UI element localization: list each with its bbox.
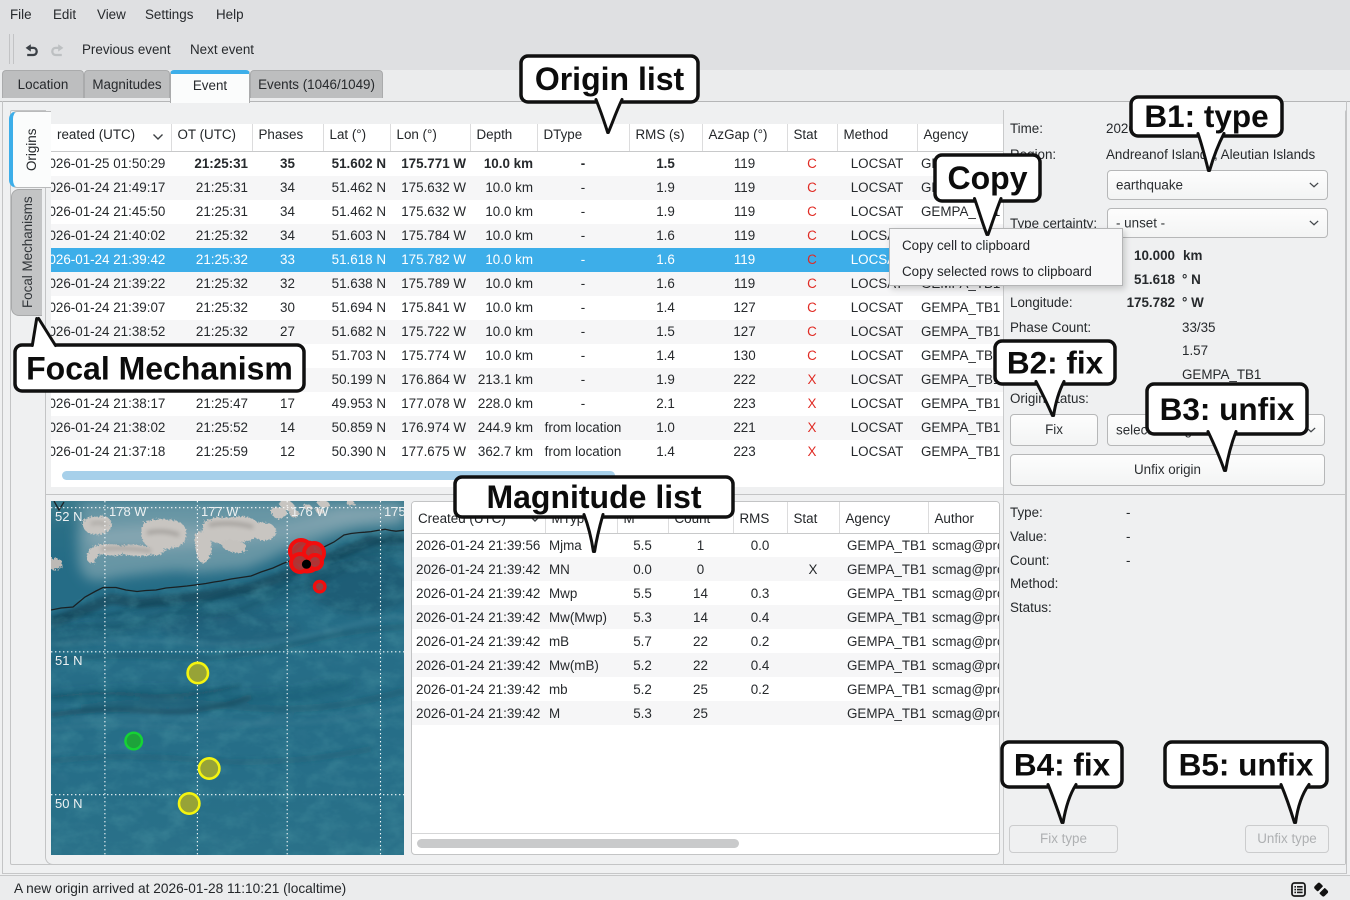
svg-text:B1: type: B1: type — [1144, 98, 1268, 134]
svg-text:177 W: 177 W — [201, 504, 239, 519]
svg-text:52 N: 52 N — [55, 509, 82, 524]
svg-text:51 N: 51 N — [55, 653, 82, 668]
svg-text:Focal Mechanism: Focal Mechanism — [26, 351, 293, 387]
svg-text:Copy: Copy — [948, 160, 1028, 196]
svg-text:178 W: 178 W — [109, 504, 147, 519]
svg-text:Magnitude list: Magnitude list — [486, 479, 701, 515]
svg-text:175: 175 — [384, 504, 404, 519]
svg-text:50 N: 50 N — [55, 796, 82, 811]
svg-text:Origin list: Origin list — [535, 61, 685, 97]
svg-text:B5: unfix: B5: unfix — [1179, 747, 1314, 783]
svg-text:B4: fix: B4: fix — [1014, 747, 1111, 783]
svg-text:B2: fix: B2: fix — [1007, 345, 1104, 381]
svg-text:176 W: 176 W — [291, 504, 329, 519]
svg-text:B3: unfix: B3: unfix — [1160, 391, 1295, 427]
